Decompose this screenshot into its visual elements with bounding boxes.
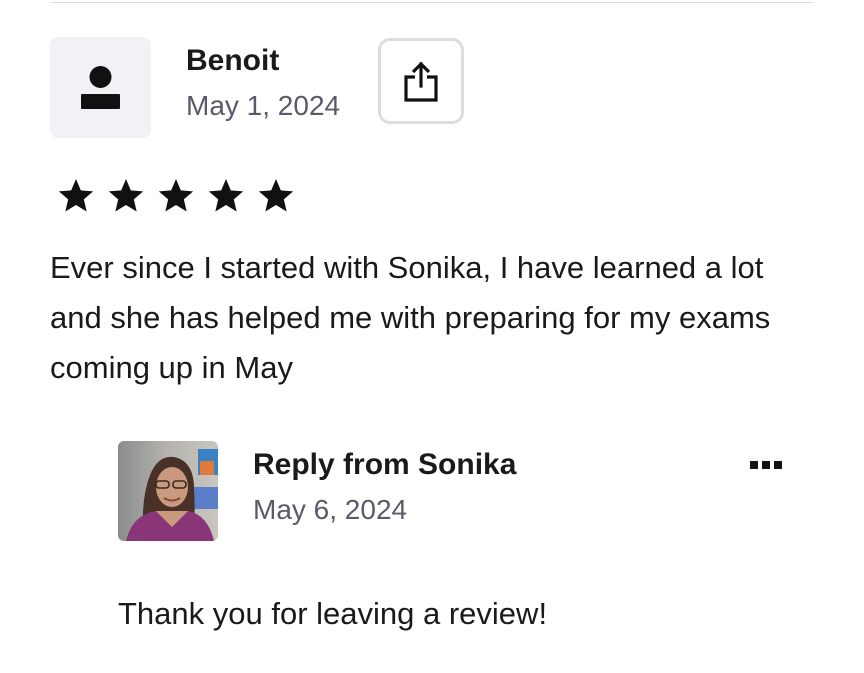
top-divider (50, 2, 814, 3)
star-rating (56, 176, 296, 218)
reply-text: Thank you for leaving a review! (118, 596, 548, 631)
review-text: Ever since I started with Sonika, I have… (50, 250, 771, 385)
reviewer-avatar (50, 37, 151, 138)
star-icon (56, 176, 96, 218)
share-button[interactable] (378, 38, 464, 124)
avatar-photo (118, 441, 218, 541)
review-date: May 1, 2024 (186, 90, 341, 121)
reply-avatar (118, 441, 218, 541)
star-icon (256, 176, 296, 218)
reply-date: May 6, 2024 (253, 494, 408, 525)
more-options-button[interactable] (744, 448, 790, 482)
star-icon (156, 176, 196, 218)
star-icon (206, 176, 246, 218)
star-icon (106, 176, 146, 218)
user-placeholder-icon (81, 66, 120, 109)
reviewer-name: Benoit (186, 44, 280, 77)
more-options-icon (750, 461, 782, 469)
share-icon (404, 61, 438, 102)
reply-title: Reply from Sonika (253, 448, 517, 481)
